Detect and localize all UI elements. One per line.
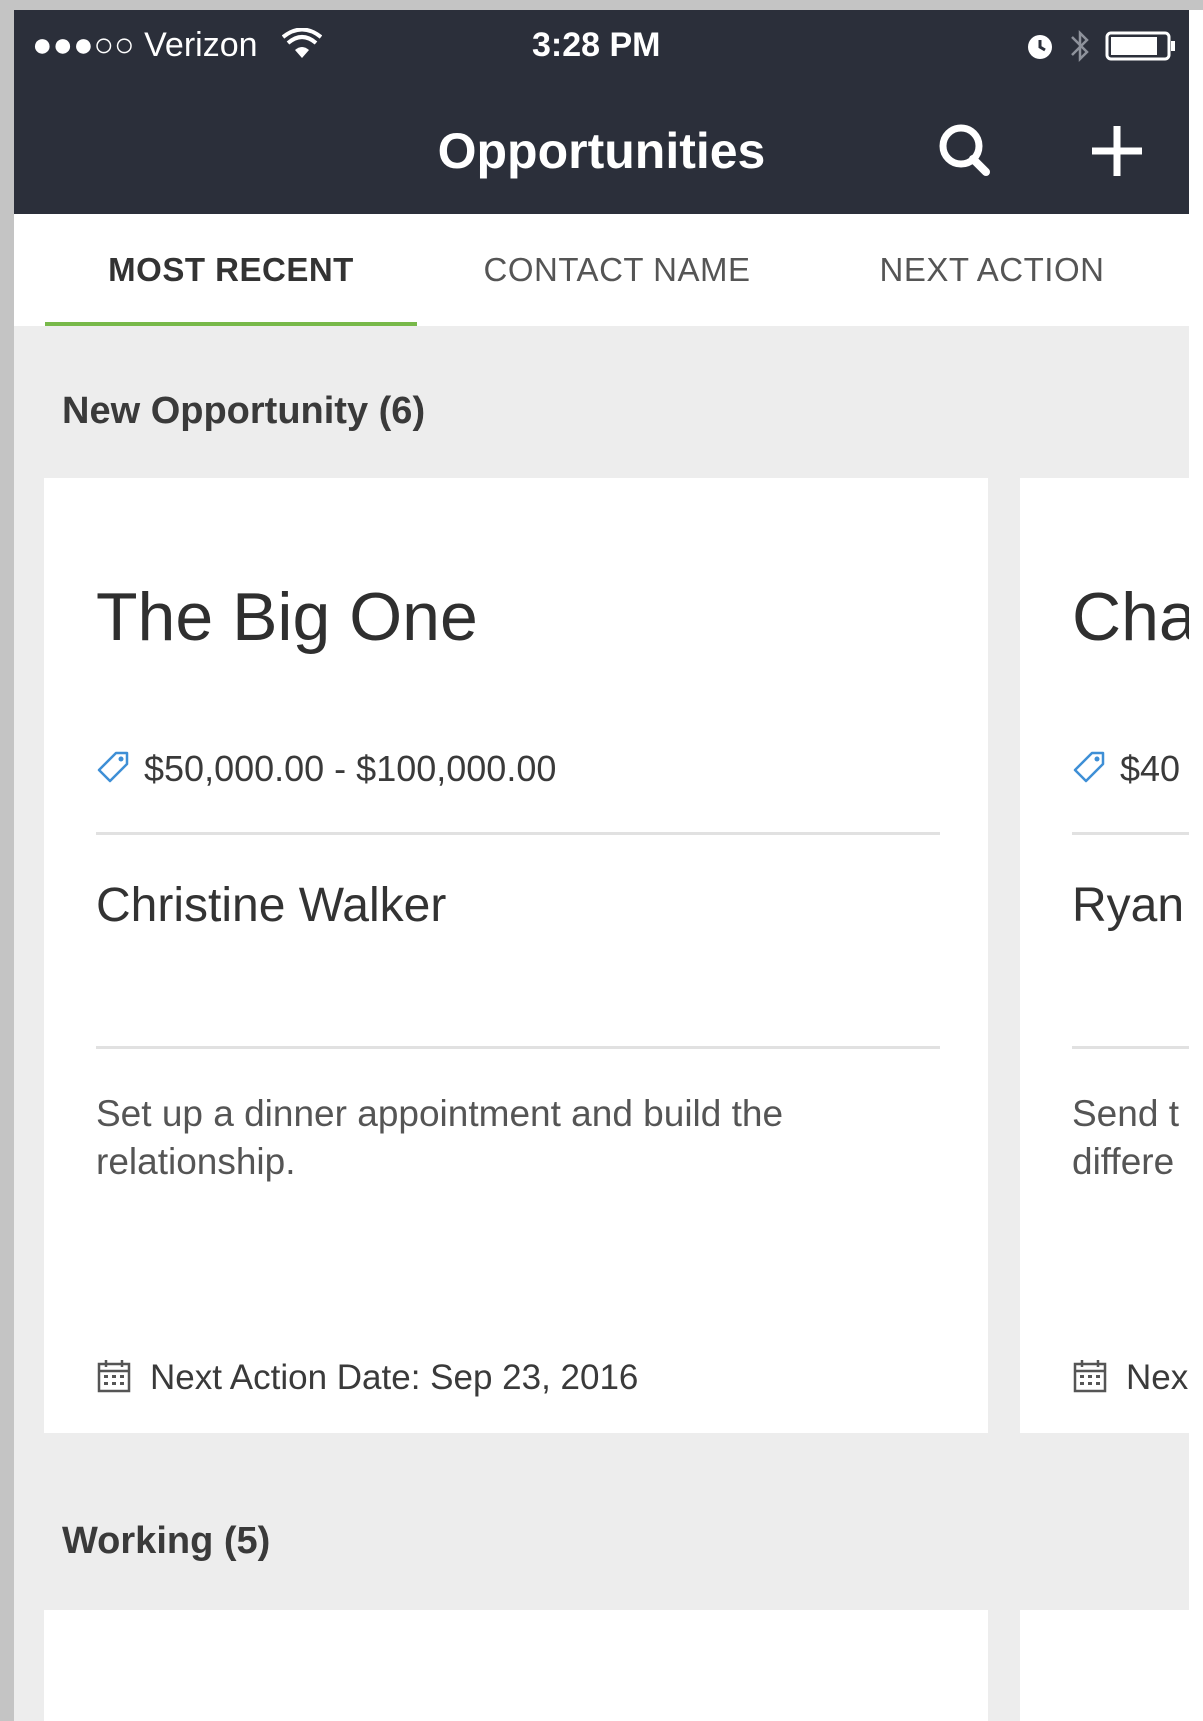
opportunity-title: Fall — [1072, 1710, 1182, 1721]
page-title: Opportunities — [437, 123, 766, 179]
next-action-date: Nex — [1126, 1358, 1189, 1397]
phone-screen: ●●●○○ Verizon 3:28 PM Opportunities MOST… — [14, 10, 1189, 1721]
status-icons — [1025, 28, 1177, 69]
contact-name: Christine Walker — [96, 879, 447, 932]
bluetooth-icon — [1069, 28, 1091, 69]
next-action-date: Next Action Date: Sep 23, 2016 — [150, 1358, 639, 1397]
screenshot-frame-left — [0, 0, 14, 1721]
active-tab-indicator — [45, 322, 417, 326]
opportunity-card[interactable]: Cha $40 Ryan Send t differe Nex — [1020, 478, 1189, 1433]
tab-next-action[interactable]: NEXT ACTION — [817, 214, 1167, 326]
opportunity-value: $50,000.00 - $100,000.00 — [144, 748, 557, 789]
contact-name: Ryan — [1072, 879, 1185, 932]
calendar-icon — [96, 1358, 132, 1399]
next-action-date-row: Next Action Date: Sep 23, 2016 — [96, 1356, 638, 1400]
price-tag-icon — [1072, 750, 1106, 789]
wifi-icon — [281, 27, 323, 69]
opportunity-value-row: $40 — [1072, 746, 1180, 792]
opportunity-value-row: $50,000.00 - $100,000.00 — [96, 746, 556, 792]
alarm-icon — [1025, 31, 1055, 66]
card-divider — [1072, 1046, 1189, 1049]
price-tag-icon — [96, 750, 130, 789]
next-action-date-row: Nex — [1072, 1356, 1188, 1400]
sort-tabs: MOST RECENT CONTACT NAME NEXT ACTION — [14, 214, 1189, 326]
battery-icon — [1105, 30, 1177, 67]
opportunity-card[interactable]: Erica Family Fall Cleanup — [44, 1610, 988, 1721]
search-button[interactable] — [932, 118, 998, 184]
next-action-note: Send t differe — [1072, 1093, 1179, 1182]
calendar-icon — [1072, 1358, 1108, 1399]
tab-most-recent[interactable]: MOST RECENT — [45, 214, 417, 326]
search-icon — [939, 124, 990, 176]
plus-icon — [1092, 126, 1142, 176]
section-title-new-opportunity: New Opportunity (6) — [62, 390, 426, 432]
app-header: ●●●○○ Verizon 3:28 PM Opportunities — [14, 10, 1189, 214]
opportunity-value: $40 — [1120, 748, 1181, 789]
status-carrier: ●●●○○ Verizon — [32, 26, 258, 64]
opportunity-card[interactable]: Fall — [1020, 1610, 1189, 1721]
opportunity-title: Cha — [1072, 579, 1189, 655]
opportunity-card[interactable]: The Big One $50,000.00 - $100,000.00 Chr… — [44, 478, 988, 1433]
screenshot-frame-top — [0, 0, 1203, 10]
card-divider — [96, 1046, 940, 1049]
section-title-working: Working (5) — [62, 1520, 271, 1562]
opportunity-title: Erica Family Fall Cleanup — [96, 1710, 871, 1721]
next-action-note: Set up a dinner appointment and build th… — [96, 1093, 784, 1182]
tab-contact-name[interactable]: CONTACT NAME — [417, 214, 817, 326]
opportunity-title: The Big One — [96, 579, 478, 655]
add-button[interactable] — [1084, 118, 1150, 184]
status-time: 3:28 PM — [532, 26, 661, 64]
card-divider — [1072, 832, 1189, 835]
card-divider — [96, 832, 940, 835]
